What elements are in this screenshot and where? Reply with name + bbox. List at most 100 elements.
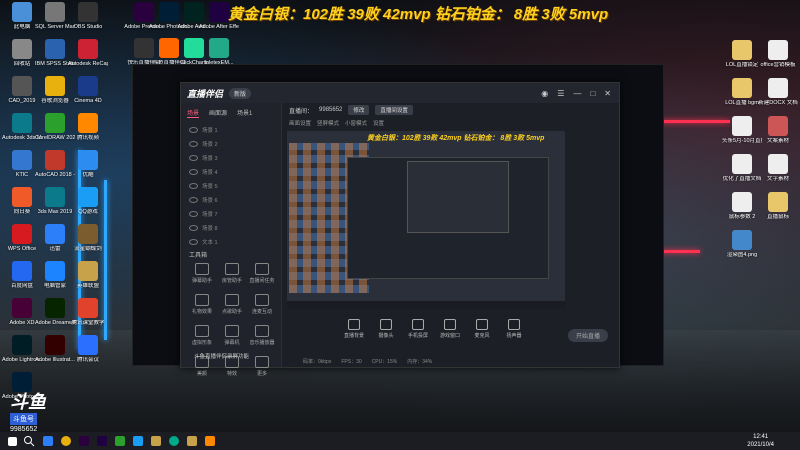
eye-icon[interactable] <box>189 211 198 217</box>
premiere-taskbar-icon[interactable] <box>79 436 89 446</box>
desktop-icon[interactable]: 文案素材 <box>758 116 798 145</box>
desktop-icon[interactable]: 直播鼠标 <box>758 192 798 221</box>
desktop-icon[interactable]: QQ游戏 <box>68 187 108 216</box>
tool-button[interactable]: 音乐播放器 <box>247 325 277 346</box>
close-icon[interactable]: ✕ <box>604 89 611 98</box>
source-label: 游戏窗口 <box>439 333 460 339</box>
room-settings-button[interactable]: 直播间设置 <box>375 105 413 115</box>
lol-taskbar-icon[interactable] <box>151 436 161 446</box>
sub-bar-item[interactable]: 小窗模式 <box>345 119 367 127</box>
desktop-icon-label: LOL直播 bgm <box>725 100 759 106</box>
eye-icon[interactable] <box>189 155 198 161</box>
sub-bar-item[interactable]: 画面设置 <box>289 119 311 127</box>
streaming-taskbar-icon[interactable] <box>205 436 215 446</box>
streaming-app-window[interactable]: 直播伴侣 新版 ◉ ☰ — □ ✕ 场景 画面源 场景1 场景 1 场景 2 场景 3 场景 4场… <box>180 82 620 377</box>
desktop-icon[interactable]: LOL直播锁定 <box>722 40 762 69</box>
eye-icon[interactable] <box>189 183 198 189</box>
scene-item[interactable]: 场景 1 <box>181 123 281 137</box>
desktop-icon[interactable]: OBS Studio <box>68 2 108 31</box>
after-effects-taskbar-icon[interactable] <box>97 436 107 446</box>
search-icon[interactable] <box>23 435 35 447</box>
clock-date: 2021/10/4 <box>747 442 774 448</box>
3dsmax-icon <box>12 113 32 133</box>
scene-tab[interactable]: 画面源 <box>209 108 227 118</box>
scene-tab[interactable]: 场景1 <box>237 108 252 118</box>
tool-button[interactable]: 礼物效果 <box>187 294 217 315</box>
minimize-icon[interactable]: — <box>573 89 581 98</box>
scene-item[interactable]: 场景 4 <box>181 165 281 179</box>
source-label: 麦克风 <box>474 333 490 339</box>
desktop-icon[interactable]: 英雄联盟 <box>68 261 108 290</box>
source-control[interactable]: 手机投屏 <box>407 319 429 339</box>
desktop-icon[interactable]: 渲染图4.png <box>722 230 762 259</box>
source-control[interactable]: 游戏窗口 <box>439 319 461 339</box>
maximize-icon[interactable]: □ <box>590 89 595 98</box>
lol-icon <box>78 261 98 281</box>
live-preview[interactable]: 黄金白银：102胜 39败 42mvp 钻石铂金： 8胜 3败 5mvp <box>287 131 565 309</box>
desktop-icon[interactable]: 腾讯课堂教学 <box>68 298 108 327</box>
desktop-icon[interactable]: Cinema 4D <box>68 76 108 105</box>
sub-bar-item[interactable]: 设置 <box>373 119 384 127</box>
tool-button[interactable]: 弹幕助手 <box>187 263 217 284</box>
eye-icon[interactable] <box>189 169 198 175</box>
scene-item[interactable]: 场景 5 <box>181 179 281 193</box>
desktop-icon[interactable]: LOL直播 bgm <box>722 78 762 107</box>
scene-panel: 场景 画面源 场景1 场景 1 场景 2 场景 3 场景 4 场景 5 场景 6 场景 7 场景 … <box>181 103 282 377</box>
version-badge[interactable]: 新版 <box>229 87 252 99</box>
desktop-icon[interactable]: 流星蝴蝶剑 <box>68 224 108 253</box>
app-taskbar-icon[interactable] <box>169 436 179 446</box>
source-control[interactable]: 直播背景 <box>343 319 365 339</box>
scene-item[interactable]: 场景 8 <box>181 221 281 235</box>
qq-taskbar-icon[interactable] <box>133 436 143 446</box>
taskview-icon[interactable] <box>43 436 53 446</box>
scene-item[interactable]: 场景 7 <box>181 207 281 221</box>
tool-label: 房管助手 <box>221 278 242 284</box>
eye-icon[interactable] <box>189 239 198 245</box>
tool-label: 音乐播放器 <box>249 340 275 346</box>
game-taskbar-icon[interactable] <box>187 436 197 446</box>
scene-tab[interactable]: 场景 <box>187 108 200 118</box>
scene-item[interactable]: 场景 3 <box>181 151 281 165</box>
taskbar-clock[interactable]: 12:41 2021/10/4 <box>747 433 774 449</box>
tool-label: 直播间任务 <box>249 278 275 284</box>
scene-tabs: 场景 画面源 场景1 <box>181 103 281 123</box>
title-bar: 直播伴侣 新版 ◉ ☰ — □ ✕ <box>181 83 619 103</box>
desktop-icon[interactable]: 优化了直播文档 <box>722 154 762 183</box>
eye-icon[interactable] <box>189 141 198 147</box>
xunlei-icon <box>45 224 65 244</box>
scene-item[interactable]: 场景 2 <box>181 137 281 151</box>
start-live-button[interactable]: 开始直播 <box>568 329 609 342</box>
eye-icon[interactable] <box>189 197 198 203</box>
desktop-icon[interactable]: Autodesk ReCap <box>68 39 108 68</box>
chrome-taskbar-icon[interactable] <box>61 436 71 446</box>
desktop-icon[interactable]: office营销模板 <box>758 40 798 69</box>
tool-button[interactable]: 虚拟形象 <box>187 325 217 346</box>
source-controls: 直播背景 摄像头 手机投屏 游戏窗口 麦克风 扬声器 <box>283 319 679 339</box>
desktop-icon[interactable]: 文字素材 <box>758 154 798 183</box>
skin-icon[interactable]: ◉ <box>541 89 548 98</box>
desktop-icon[interactable]: 优酷 <box>68 150 108 179</box>
room-edit-button[interactable]: 修改 <box>348 105 370 115</box>
desktop-icon[interactable]: 腾讯会议 <box>68 335 108 364</box>
tool-button[interactable]: 连麦互动 <box>247 294 277 315</box>
desktop-icon[interactable]: 新建DOCX 文档 <box>758 78 798 107</box>
desktop-icon[interactable]: InletexEM... <box>199 38 239 67</box>
menu-icon[interactable]: ☰ <box>557 89 564 98</box>
scene-item[interactable]: 场景 6 <box>181 193 281 207</box>
eye-icon[interactable] <box>189 127 198 133</box>
sub-bar-item[interactable]: 竖屏模式 <box>317 119 339 127</box>
tool-button[interactable]: 直播间任务 <box>247 263 277 284</box>
desktop-icon[interactable]: 头条5月-10月直播数据 <box>722 116 762 145</box>
tool-button[interactable]: 点歌助手 <box>217 294 247 315</box>
wechat-taskbar-icon[interactable] <box>115 436 125 446</box>
source-control[interactable]: 麦克风 <box>471 319 493 339</box>
source-control[interactable]: 扬声器 <box>503 319 525 339</box>
eye-icon[interactable] <box>189 225 198 231</box>
scene-item[interactable]: 文本 1 <box>181 235 281 249</box>
desktop-icon[interactable]: 腾讯视频 <box>68 113 108 142</box>
windows-start-icon[interactable] <box>8 436 17 446</box>
source-control[interactable]: 摄像头 <box>375 319 397 339</box>
desktop-icon[interactable]: 鼠标参数 2 <box>722 192 762 221</box>
tool-button[interactable]: 房管助手 <box>217 263 247 284</box>
tool-button[interactable]: 弹幕机 <box>217 325 247 346</box>
